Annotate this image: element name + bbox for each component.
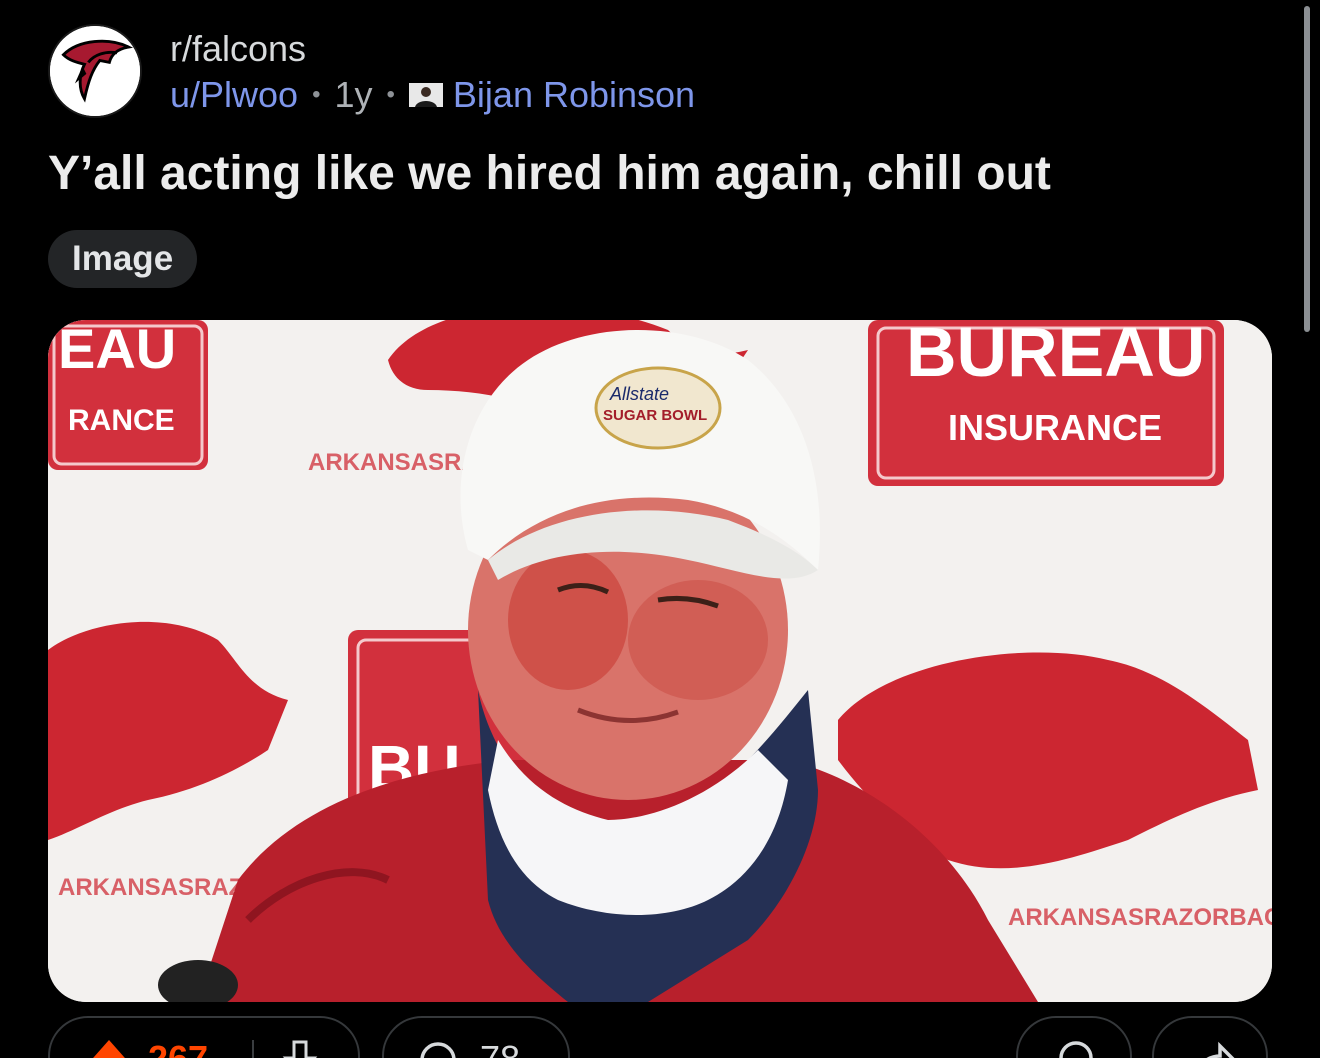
post-type-tag: Image xyxy=(48,230,198,288)
share-icon xyxy=(1206,1041,1235,1058)
downvote-arrow-icon[interactable] xyxy=(282,1038,318,1058)
vote-control: 267 xyxy=(48,1016,360,1058)
author-link[interactable]: u/Plwoo xyxy=(170,74,298,116)
comment-bubble-icon xyxy=(420,1042,456,1058)
meta-separator: • xyxy=(386,81,395,108)
share-button[interactable] xyxy=(1152,1016,1268,1058)
subreddit-name[interactable]: r/falcons xyxy=(170,28,306,70)
banner-website-text-right: ARKANSASRAZORBACKS.COM xyxy=(1008,904,1272,931)
comments-button[interactable]: 78 xyxy=(382,1016,570,1058)
post-image[interactable]: EAU RANCE BUREAU INSURANCE BU ARKANSASRA… xyxy=(48,320,1272,1002)
post-action-bar: 267 78 xyxy=(0,1016,1320,1058)
cap-logo-text-1: Allstate xyxy=(609,384,669,404)
award-icon xyxy=(1059,1041,1093,1058)
press-conference-photo: EAU RANCE BUREAU INSURANCE BU ARKANSASRA… xyxy=(48,320,1272,1002)
subreddit-avatar[interactable] xyxy=(48,24,142,118)
post-age: 1y xyxy=(334,74,373,115)
scrollbar[interactable] xyxy=(1304,6,1310,332)
banner-right-text: BUREAU xyxy=(906,320,1205,391)
falcon-logo-icon xyxy=(50,26,140,116)
post-title[interactable]: Y’all acting like we hired him again, ch… xyxy=(48,146,1051,201)
upvote-count: 267 xyxy=(148,1038,208,1058)
comment-count: 78 xyxy=(480,1038,520,1058)
cap-logo-icon: Allstate SUGAR BOWL xyxy=(594,366,722,450)
post-meta: u/Plwoo • 1y • Bijan Robinson xyxy=(170,74,695,116)
upvote-arrow-icon[interactable] xyxy=(84,1038,134,1058)
banner-right-subtext: INSURANCE xyxy=(948,407,1162,448)
meta-separator: • xyxy=(312,81,321,108)
award-button[interactable] xyxy=(1016,1016,1132,1058)
flair-avatar-icon xyxy=(408,83,443,107)
banner-left-subtext: RANCE xyxy=(68,404,175,437)
cap-logo-text-2: SUGAR BOWL xyxy=(603,407,707,424)
user-flair[interactable]: Bijan Robinson xyxy=(453,74,695,116)
banner-left-text: EAU xyxy=(58,320,176,380)
vote-divider xyxy=(252,1040,254,1058)
